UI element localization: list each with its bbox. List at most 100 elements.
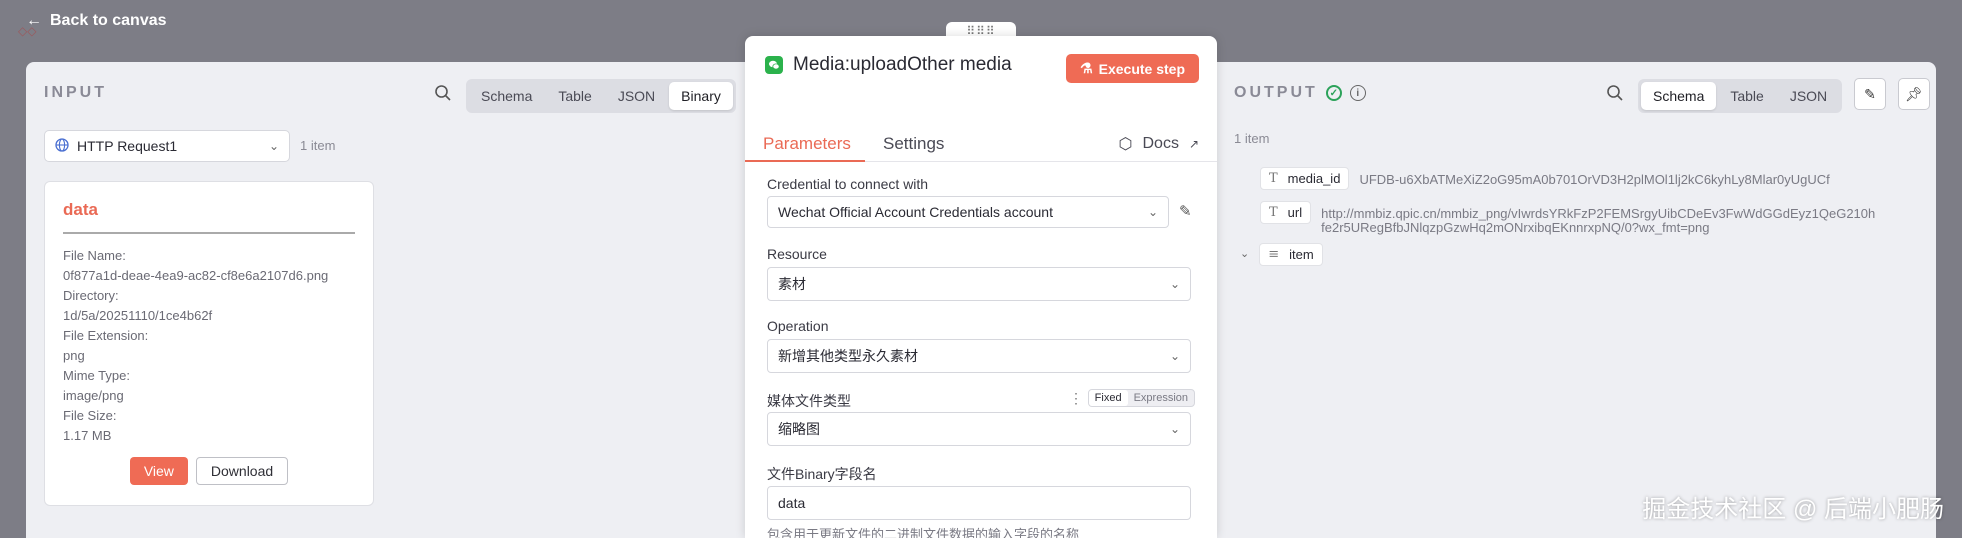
- fixed-option[interactable]: Fixed: [1088, 390, 1128, 406]
- input-item-count: 1 item: [300, 138, 336, 153]
- operation-label: Operation: [767, 318, 829, 334]
- output-key-chip[interactable]: ≡ item: [1259, 243, 1323, 266]
- node-settings-panel: Media:uploadOther media ⚗ Execute step P…: [745, 36, 1217, 538]
- binary-meta-line: File Size:: [63, 408, 117, 423]
- binary-meta-line: 1.17 MB: [63, 428, 112, 443]
- output-value-line: fe2r5URegBfbJNlqzpGzwHq2mONrxibqEKnnrxpN…: [1321, 220, 1710, 235]
- output-panel-header: OUTPUT ✓ i: [1234, 84, 1366, 102]
- input-node-select-value: HTTP Request1: [77, 138, 178, 154]
- resource-select[interactable]: 素材 ⌄: [767, 267, 1191, 301]
- execute-step-button[interactable]: ⚗ Execute step: [1066, 54, 1199, 83]
- tab-settings[interactable]: Settings: [883, 134, 944, 154]
- input-tab-binary[interactable]: Binary: [669, 82, 733, 110]
- chevron-down-icon: ⌄: [1169, 277, 1180, 291]
- execute-step-label: Execute step: [1098, 60, 1185, 77]
- external-link-icon: ↗: [1188, 137, 1199, 151]
- more-options-icon[interactable]: ⋮: [1069, 390, 1083, 407]
- list-type-icon: ≡: [1268, 247, 1280, 262]
- output-value: http://mmbiz.qpic.cn/mmbiz_png/vIwrdsYRk…: [1321, 207, 1875, 235]
- binary-meta-line: 1d/5a/20251110/1ce4b62f: [63, 308, 213, 323]
- binary-field-value: data: [778, 495, 806, 511]
- credential-select[interactable]: Wechat Official Account Credentials acco…: [767, 196, 1169, 228]
- search-icon[interactable]: [1606, 84, 1624, 102]
- download-button[interactable]: Download: [195, 457, 289, 485]
- output-header-label: OUTPUT: [1234, 84, 1318, 101]
- input-node-select[interactable]: HTTP Request1 ⌄: [44, 130, 290, 162]
- binary-meta-line: 0f877a1d-deae-4ea9-ac82-cf8e6a2107d6.png: [63, 268, 329, 283]
- output-item-count: 1 item: [1234, 131, 1270, 146]
- media-type-label: 媒体文件类型: [767, 393, 851, 409]
- node-header: Media:uploadOther media: [765, 54, 1012, 76]
- input-tab-json[interactable]: JSON: [606, 82, 667, 110]
- expression-option[interactable]: Expression: [1128, 390, 1194, 406]
- resource-label: Resource: [767, 246, 827, 262]
- binary-field-label: 文件Binary字段名: [767, 466, 877, 482]
- output-tab-table[interactable]: Table: [1718, 82, 1775, 110]
- chevron-down-icon: ⌄: [268, 139, 279, 153]
- output-field-row: T url http://mmbiz.qpic.cn/mmbiz_png/vIw…: [1260, 201, 1875, 235]
- input-tab-schema[interactable]: Schema: [469, 82, 544, 110]
- tab-parameters[interactable]: Parameters: [763, 134, 851, 154]
- operation-value: 新增其他类型永久素材: [778, 348, 918, 364]
- view-button[interactable]: View: [129, 457, 188, 485]
- chevron-down-icon[interactable]: ⌄: [1240, 247, 1249, 260]
- media-type-select[interactable]: 缩略图 ⌄: [767, 412, 1191, 446]
- fixed-expression-toggle: Fixed Expression: [1087, 389, 1195, 407]
- output-tab-schema[interactable]: Schema: [1641, 82, 1717, 110]
- back-to-canvas-link[interactable]: ← Back to canvas: [26, 12, 167, 30]
- active-tab-indicator: [745, 160, 865, 162]
- input-view-tabs: Schema Table JSON Binary: [466, 79, 736, 113]
- binary-meta-line: Mime Type:: [63, 368, 130, 383]
- chevron-down-icon: ⌄: [1147, 205, 1158, 219]
- back-to-canvas-label: Back to canvas: [50, 12, 167, 29]
- binary-field-hint: 包含用于更新文件的二进制文件数据的输入字段的名称: [767, 527, 1080, 538]
- output-view-tabs: Schema Table JSON: [1638, 79, 1843, 113]
- output-tab-json[interactable]: JSON: [1778, 82, 1839, 110]
- binary-data-card: data File Name: 0f877a1d-deae-4ea9-ac82-…: [44, 181, 374, 506]
- pencil-icon[interactable]: ✎: [1179, 202, 1192, 220]
- pin-icon: 📌︎: [1905, 85, 1923, 102]
- credential-value: Wechat Official Account Credentials acco…: [778, 204, 1053, 220]
- input-tab-table[interactable]: Table: [546, 82, 603, 110]
- binary-meta-line: Directory:: [63, 288, 119, 303]
- globe-icon: [55, 137, 69, 155]
- flask-icon: ⚗: [1080, 60, 1093, 76]
- cube-icon: ⬡: [1118, 136, 1133, 153]
- output-key-chip[interactable]: T media_id: [1260, 167, 1350, 190]
- success-check-icon: ✓: [1325, 85, 1342, 101]
- wechat-icon: [765, 56, 783, 74]
- text-type-icon: T: [1269, 205, 1278, 220]
- media-type-value: 缩略图: [778, 421, 820, 437]
- binary-meta-line: File Extension:: [63, 328, 149, 343]
- binary-meta-line: File Name:: [63, 248, 126, 263]
- binary-card-title: data: [63, 200, 355, 234]
- docs-link[interactable]: ⬡ Docs ↗: [1119, 134, 1199, 154]
- binary-meta-line: image/png: [63, 388, 124, 403]
- credential-label: Credential to connect with: [767, 176, 929, 192]
- output-key-chip[interactable]: T url: [1260, 201, 1312, 224]
- arrow-left-icon: ←: [26, 12, 42, 29]
- output-value: UFDB-u6XbATMeXiZ2oG95mA0b701OrVD3H2plMOl…: [1359, 172, 1830, 187]
- binary-field-input[interactable]: data: [767, 486, 1191, 520]
- text-type-icon: T: [1269, 171, 1278, 186]
- output-key: url: [1287, 205, 1303, 220]
- chevron-down-icon: ⌄: [1169, 422, 1180, 436]
- input-panel-header: INPUT: [44, 84, 107, 101]
- output-key: item: [1289, 247, 1314, 262]
- node-title[interactable]: Media:uploadOther media: [793, 54, 1012, 76]
- watermark: 掘金技术社区 @ 后端小肥肠: [1642, 496, 1944, 523]
- output-value-line: http://mmbiz.qpic.cn/mmbiz_png/vIwrdsYRk…: [1321, 206, 1876, 221]
- output-field-row: ⌄ ≡ item: [1240, 243, 1323, 266]
- search-icon[interactable]: [434, 84, 452, 102]
- edit-output-button[interactable]: ✎: [1854, 78, 1886, 110]
- pencil-icon: ✎: [1864, 85, 1876, 102]
- operation-select[interactable]: 新增其他类型永久素材 ⌄: [767, 339, 1191, 373]
- docs-label: Docs: [1142, 135, 1179, 152]
- binary-meta-line: png: [63, 348, 85, 363]
- pin-data-button[interactable]: 📌︎: [1898, 78, 1930, 110]
- output-field-row: T media_id UFDB-u6XbATMeXiZ2oG95mA0b701O…: [1260, 167, 1830, 190]
- info-icon[interactable]: i: [1349, 85, 1366, 101]
- chevron-down-icon: ⌄: [1169, 349, 1180, 363]
- output-key: media_id: [1287, 171, 1341, 186]
- resource-value: 素材: [778, 276, 806, 292]
